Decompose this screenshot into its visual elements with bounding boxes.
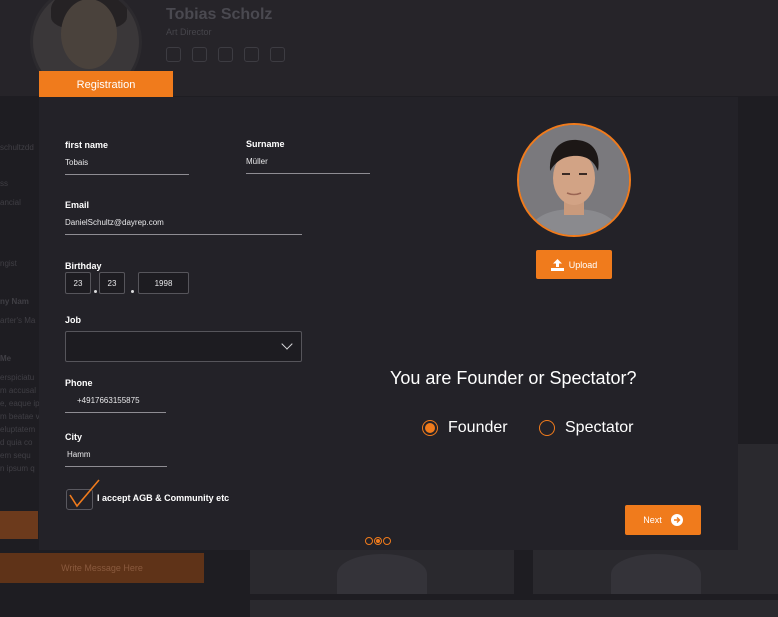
instagram-icon[interactable]	[270, 47, 285, 62]
date-separator	[131, 290, 134, 293]
avatar	[517, 123, 631, 237]
phone-label: Phone	[65, 378, 93, 388]
profile-role: Art Director	[166, 27, 212, 37]
birthday-year-input[interactable]: 1998	[138, 272, 189, 294]
background-orange-block	[0, 511, 38, 539]
step-dot-active[interactable]	[374, 537, 382, 545]
profile-name: Tobias Scholz	[166, 6, 273, 23]
radio-spectator-label: Spectator	[565, 419, 634, 436]
linkedin-icon[interactable]	[244, 47, 259, 62]
chevron-down-icon	[281, 338, 293, 350]
upload-icon	[550, 258, 564, 271]
birthday-day-input[interactable]: 23	[65, 272, 91, 294]
birthday-month-input[interactable]: 23	[99, 272, 125, 294]
city-label: City	[65, 432, 83, 442]
job-select[interactable]	[65, 331, 302, 362]
step-dot[interactable]	[365, 537, 373, 545]
city-field[interactable]: Hamm	[65, 450, 167, 467]
radio-founder-label: Founder	[448, 419, 508, 436]
upload-label: Upload	[568, 259, 598, 270]
first-name-label: first name	[65, 140, 109, 150]
job-label: Job	[65, 315, 82, 325]
surname-label: Surname	[246, 139, 285, 149]
accept-label: I accept AGB & Community etc	[97, 493, 230, 503]
step-indicator	[365, 537, 391, 545]
role-question: You are Founder or Spectator?	[390, 368, 637, 388]
next-button[interactable]: Next	[625, 505, 701, 535]
date-separator	[94, 290, 97, 293]
write-message-button[interactable]: Write Message Here	[0, 553, 204, 583]
email-field[interactable]: DanielSchultz@dayrep.com	[65, 218, 302, 235]
radio-button[interactable]	[539, 420, 555, 436]
twitter-icon[interactable]	[192, 47, 207, 62]
avatar-photo	[519, 125, 629, 235]
facebook-icon[interactable]	[166, 47, 181, 62]
email-label: Email	[65, 200, 90, 210]
radio-spectator[interactable]: Spectator	[539, 419, 633, 437]
birthday-label: Birthday	[65, 261, 102, 271]
arrow-right-icon	[670, 514, 683, 526]
checkmark-icon	[69, 479, 100, 508]
surname-field[interactable]: Müller	[246, 157, 370, 174]
registration-modal: first name Tobais Surname Müller Email D…	[39, 97, 738, 550]
first-name-field[interactable]: Tobais	[65, 158, 189, 175]
next-label: Next	[643, 515, 662, 525]
accept-checkbox[interactable]	[66, 479, 100, 510]
youtube-icon[interactable]	[218, 47, 233, 62]
tab-registration[interactable]: Registration	[39, 71, 173, 98]
phone-field[interactable]: +4917663155875	[65, 396, 166, 413]
step-dot[interactable]	[383, 537, 391, 545]
radio-founder[interactable]: Founder	[422, 419, 508, 437]
background-card	[250, 600, 778, 617]
upload-button[interactable]: Upload	[536, 250, 612, 279]
radio-button[interactable]	[422, 420, 438, 436]
profile-socials	[166, 47, 285, 62]
